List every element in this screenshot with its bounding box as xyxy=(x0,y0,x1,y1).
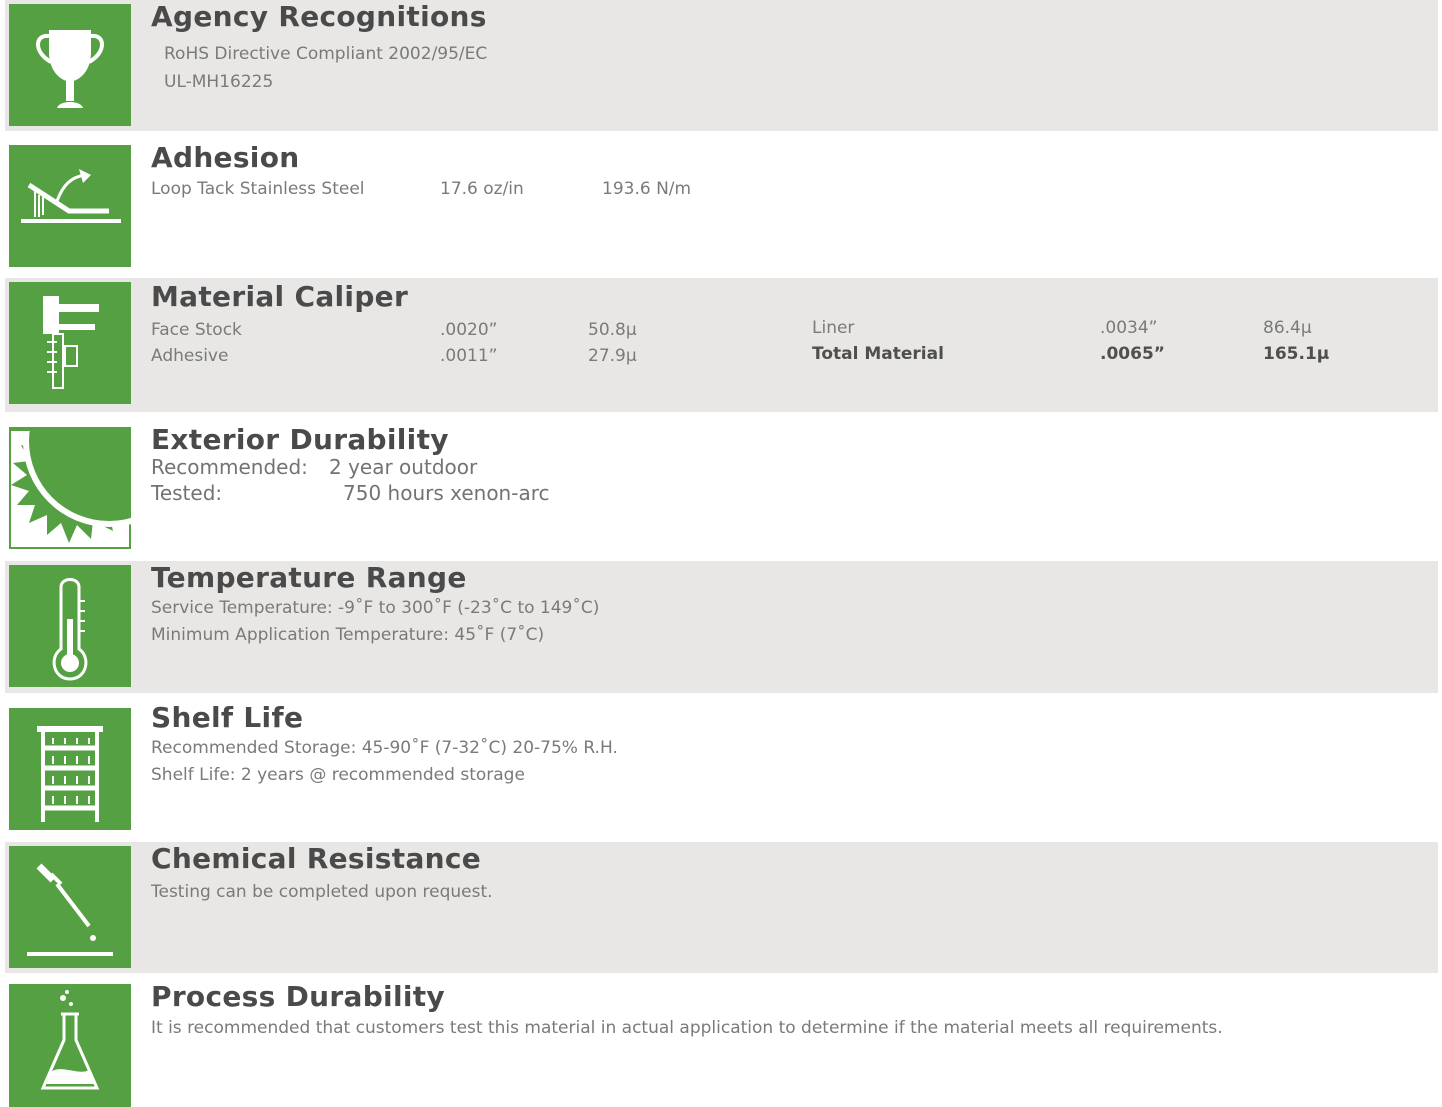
adhesion-peel-icon xyxy=(9,145,131,267)
flask-icon xyxy=(9,984,131,1107)
section-shelf-life: Shelf Life Recommended Storage: 45-90˚F … xyxy=(0,701,1438,832)
section-title: Temperature Range xyxy=(151,561,467,594)
chemical-line: Testing can be completed upon request. xyxy=(151,882,493,902)
exterior-recommended-label: Recommended: xyxy=(151,455,308,479)
section-title: Chemical Resistance xyxy=(151,842,482,875)
caliper-value-in: .0011” xyxy=(440,346,498,366)
exterior-recommended-value: 2 year outdoor xyxy=(329,455,478,479)
caliper-label-total: Total Material xyxy=(812,344,944,364)
shelf-line-1: Recommended Storage: 45-90˚F (7-32˚C) 20… xyxy=(151,738,618,758)
process-line: It is recommended that customers test th… xyxy=(151,1018,1223,1038)
caliper-value-um: 50.8μ xyxy=(588,320,637,340)
adhesion-test-label: Loop Tack Stainless Steel xyxy=(151,179,365,199)
section-title: Shelf Life xyxy=(151,701,304,734)
section-title: Material Caliper xyxy=(151,280,409,313)
shelf-icon xyxy=(9,708,131,830)
section-chemical-resistance: Chemical Resistance Testing can be compl… xyxy=(0,842,1438,973)
agency-line-1: RoHS Directive Compliant 2002/95/EC xyxy=(164,44,488,64)
adhesion-value-imperial: 17.6 oz/in xyxy=(440,179,524,199)
temperature-line-1: Service Temperature: -9˚F to 300˚F (-23˚… xyxy=(151,598,600,618)
section-process-durability: Process Durability It is recommended tha… xyxy=(0,980,1438,1107)
caliper-value-um-total: 165.1μ xyxy=(1263,344,1330,364)
exterior-tested-value: 750 hours xenon-arc xyxy=(343,481,550,505)
caliper-value-in: .0020” xyxy=(440,320,498,340)
exterior-tested-label: Tested: xyxy=(151,481,223,505)
caliper-value-in: .0034” xyxy=(1100,318,1158,338)
thermometer-icon xyxy=(9,565,131,687)
caliper-value-um: 86.4μ xyxy=(1263,318,1312,338)
section-agency-recognitions: Agency Recognitions RoHS Directive Compl… xyxy=(0,0,1438,131)
section-temperature-range: Temperature Range Service Temperature: -… xyxy=(0,561,1438,693)
section-title: Agency Recognitions xyxy=(151,0,487,33)
agency-line-2: UL-MH16225 xyxy=(164,72,274,92)
caliper-label: Face Stock xyxy=(151,320,242,340)
trophy-icon xyxy=(9,4,131,126)
dropper-icon xyxy=(9,846,131,968)
caliper-value-um: 27.9μ xyxy=(588,346,637,366)
caliper-label: Adhesive xyxy=(151,346,229,366)
caliper-icon xyxy=(9,282,131,404)
section-exterior-durability: Exterior Durability Recommended: 2 year … xyxy=(0,423,1438,551)
adhesion-value-metric: 193.6 N/m xyxy=(602,179,692,199)
section-title: Process Durability xyxy=(151,980,445,1013)
sun-icon xyxy=(9,427,131,549)
shelf-line-2: Shelf Life: 2 years @ recommended storag… xyxy=(151,765,525,785)
section-adhesion: Adhesion Loop Tack Stainless Steel 17.6 … xyxy=(0,141,1438,268)
section-title: Exterior Durability xyxy=(151,423,449,456)
section-title: Adhesion xyxy=(151,141,300,174)
section-material-caliper: Material Caliper Face Stock .0020” 50.8μ… xyxy=(0,278,1438,412)
temperature-line-2: Minimum Application Temperature: 45˚F (7… xyxy=(151,625,545,645)
caliper-value-in-total: .0065” xyxy=(1100,344,1165,364)
caliper-label: Liner xyxy=(812,318,855,338)
